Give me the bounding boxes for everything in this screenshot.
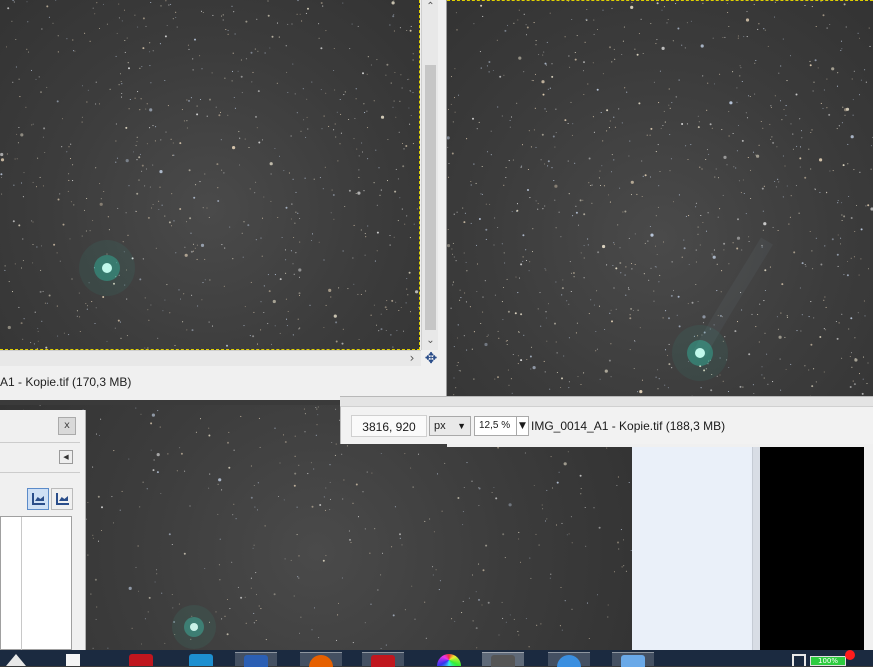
histogram-view-button[interactable] xyxy=(27,488,49,510)
list-column-divider xyxy=(21,517,22,651)
starfield-right xyxy=(447,1,873,396)
unit-value: px xyxy=(434,420,446,432)
taskbar-app-blue[interactable] xyxy=(180,652,222,666)
app-blue-icon xyxy=(189,654,213,666)
zoom-input[interactable]: 12,5 % xyxy=(474,416,517,436)
scroll-right-arrow-icon[interactable]: › xyxy=(405,351,419,366)
pale-side-panel xyxy=(632,447,752,650)
scroll-down-arrow-icon[interactable]: ⌄ xyxy=(422,334,439,348)
vertical-scrollbar-left[interactable]: ⌃ ⌄ xyxy=(421,0,438,350)
panel-collapse-button[interactable]: ◀ xyxy=(59,450,73,464)
panel-divider-2 xyxy=(0,472,80,473)
taskbar-app-gray[interactable] xyxy=(482,652,524,666)
taskbar-firefox[interactable] xyxy=(300,652,342,666)
right-window-toolbar xyxy=(340,396,873,406)
app-red-icon xyxy=(129,654,153,666)
battery-indicator[interactable]: 100% xyxy=(810,656,846,666)
color-wheel-icon xyxy=(437,654,461,666)
docked-panel: x ◀ xyxy=(0,410,86,650)
histogram-alt-icon xyxy=(56,493,69,505)
firefox-icon xyxy=(309,655,333,667)
taskbar-word[interactable] xyxy=(235,652,277,666)
horizontal-scrollbar-left[interactable]: › xyxy=(0,350,421,366)
black-panel-edge xyxy=(864,447,873,650)
image-canvas-right[interactable] xyxy=(447,0,873,396)
zoom-dropdown-chevron-icon[interactable]: ▼ xyxy=(517,416,529,436)
taskbar-app-red-2[interactable] xyxy=(362,652,404,666)
chevron-down-icon: ▼ xyxy=(457,417,466,435)
taskbar: 100% xyxy=(0,650,873,666)
vertical-scroll-thumb[interactable] xyxy=(425,65,436,330)
panel-list[interactable] xyxy=(0,516,72,650)
starfield-left xyxy=(0,0,420,350)
black-preview-panel xyxy=(760,447,873,650)
scroll-up-arrow-icon[interactable]: ⌃ xyxy=(422,0,439,14)
app-window-icon xyxy=(621,655,645,667)
image-window-left: ⌃ ⌄ › ✥ A1 - Kopie.tif (170,3 MB) xyxy=(0,0,447,400)
pale-panel-edge xyxy=(752,447,760,650)
pointer-coordinates: 3816, 920 xyxy=(351,415,427,437)
taskbar-app-window[interactable] xyxy=(612,652,654,666)
histogram-icon xyxy=(32,493,45,505)
image-window-right: 3816, 920 px▼ 12,5 % ▼ IMG_0014_A1 - Kop… xyxy=(447,0,873,447)
panel-divider xyxy=(0,442,80,443)
app-red-2-icon xyxy=(371,655,395,667)
image-canvas-left[interactable] xyxy=(0,0,420,350)
notification-dot-icon xyxy=(845,650,855,660)
panel-close-button[interactable]: x xyxy=(58,417,76,435)
word-icon xyxy=(244,655,268,667)
file-icon[interactable] xyxy=(66,654,80,666)
navigate-move-icon[interactable]: ✥ xyxy=(422,350,440,366)
right-window-file-info: IMG_0014_A1 - Kopie.tif (188,3 MB) xyxy=(531,416,725,436)
right-window-statusbar: 3816, 920 px ▼ 12,5 % ▼ IMG_0014_A1 - Kop… xyxy=(340,406,873,444)
app-blue-circle-icon xyxy=(557,655,581,667)
taskbar-app-blue-circle[interactable] xyxy=(548,652,590,666)
power-plug-icon[interactable] xyxy=(792,654,806,666)
taskbar-color-wheel[interactable] xyxy=(428,652,470,666)
histogram-alt-view-button[interactable] xyxy=(51,488,73,510)
left-window-status: A1 - Kopie.tif (170,3 MB) xyxy=(0,368,440,396)
home-icon[interactable] xyxy=(6,654,26,666)
app-gray-icon xyxy=(491,655,515,667)
taskbar-app-red[interactable] xyxy=(120,652,162,666)
unit-select[interactable]: px ▼ xyxy=(429,416,471,436)
